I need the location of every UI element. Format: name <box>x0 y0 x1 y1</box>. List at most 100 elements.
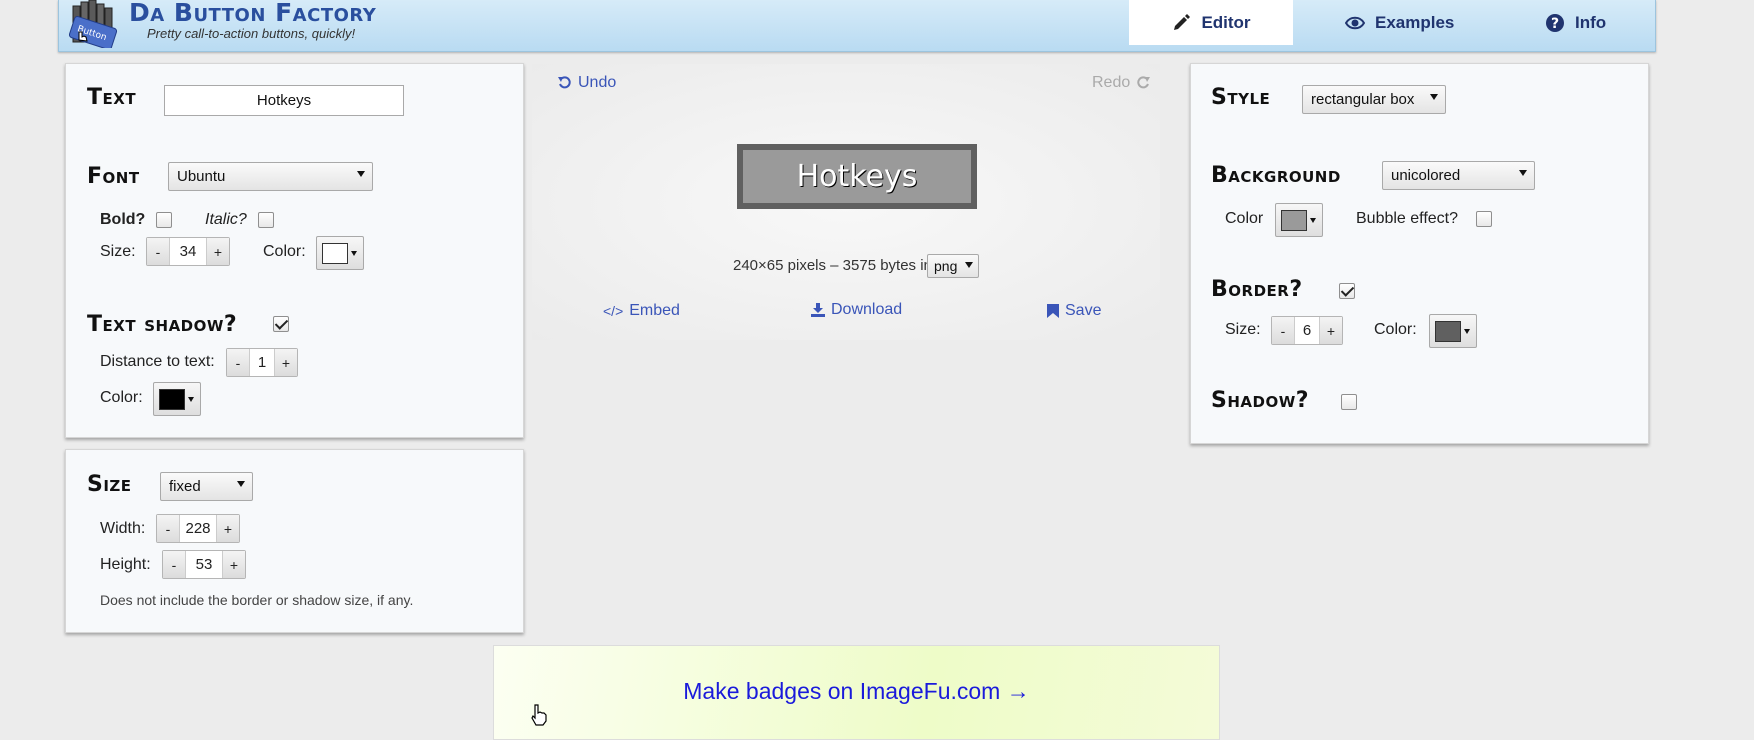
size-mode-select[interactable]: fixed <box>160 472 253 501</box>
undo-icon <box>558 76 571 89</box>
shadow-color-label: Color: <box>100 389 143 406</box>
embed-label: Embed <box>629 302 680 319</box>
width-increment-button[interactable]: + <box>217 515 239 542</box>
shadow-color-picker[interactable] <box>153 382 201 416</box>
logo-icon: Button <box>68 0 118 50</box>
text-color-label: Color: <box>263 243 306 260</box>
question-circle-icon: ? <box>1546 13 1564 32</box>
undo-label: Undo <box>578 74 617 91</box>
background-color-picker[interactable] <box>1275 203 1323 237</box>
border-size-decrement-button[interactable]: - <box>1272 317 1294 344</box>
tab-examples[interactable]: Examples <box>1345 0 1454 45</box>
font-size-stepper[interactable]: - 34 + <box>146 237 230 266</box>
download-icon <box>811 303 825 317</box>
bubble-effect-checkbox[interactable] <box>1476 211 1492 227</box>
font-select-value: Ubuntu <box>177 168 226 185</box>
app-header: Button Da Button Factory Pretty call-to-… <box>58 0 1656 52</box>
border-size-value[interactable]: 6 <box>1294 317 1320 344</box>
border-checkbox[interactable] <box>1339 283 1355 299</box>
download-label: Download <box>831 301 903 318</box>
width-label: Width: <box>100 520 146 537</box>
font-select[interactable]: Ubuntu <box>168 162 373 191</box>
format-select[interactable]: png <box>927 254 979 278</box>
bookmark-icon <box>1047 304 1059 318</box>
shadow-distance-value[interactable]: 1 <box>249 349 275 376</box>
text-shadow-checkbox[interactable] <box>273 316 289 332</box>
style-section-title: Style <box>1211 85 1271 110</box>
border-color-picker[interactable] <box>1429 314 1477 348</box>
svg-text:?: ? <box>1551 16 1559 32</box>
chevron-down-icon <box>351 251 357 256</box>
border-color-swatch <box>1435 321 1461 342</box>
font-size-value[interactable]: 34 <box>169 238 207 265</box>
redo-button[interactable]: Redo <box>1092 74 1151 92</box>
redo-icon <box>1137 76 1151 89</box>
border-size-stepper[interactable]: - 6 + <box>1271 316 1343 345</box>
border-size-increment-button[interactable]: + <box>1320 317 1342 344</box>
font-size-decrement-button[interactable]: - <box>147 238 169 265</box>
shadow-color-swatch <box>159 389 185 410</box>
tab-editor[interactable]: Editor <box>1129 0 1293 45</box>
chevron-down-icon <box>188 397 194 402</box>
italic-checkbox[interactable] <box>258 212 274 228</box>
undo-button[interactable]: Undo <box>558 74 616 92</box>
chevron-down-icon <box>1430 94 1438 100</box>
font-size-label: Size: <box>100 243 136 260</box>
imagefu-link[interactable]: Make badges on ImageFu.com → <box>494 678 1219 705</box>
tab-editor-label: Editor <box>1201 12 1251 32</box>
tab-examples-label: Examples <box>1375 12 1455 32</box>
text-shadow-title: Text shadow? <box>87 312 238 337</box>
width-stepper[interactable]: - 228 + <box>156 514 240 543</box>
save-button[interactable]: Save <box>1047 302 1101 320</box>
shadow-distance-increment-button[interactable]: + <box>275 349 297 376</box>
background-select[interactable]: unicolored <box>1382 161 1535 190</box>
image-info-text: 240×65 pixels – 3575 bytes in <box>733 257 932 274</box>
style-panel: Style rectangular box Background unicolo… <box>1190 63 1649 444</box>
border-section-title: Border? <box>1211 277 1303 302</box>
height-increment-button[interactable]: + <box>223 551 245 578</box>
size-panel: Size fixed Width: - 228 + Height: - 53 +… <box>65 449 524 633</box>
height-label: Height: <box>100 556 151 573</box>
chevron-down-icon <box>1464 329 1470 334</box>
width-decrement-button[interactable]: - <box>157 515 179 542</box>
shadow-distance-decrement-button[interactable]: - <box>227 349 249 376</box>
size-mode-value: fixed <box>169 478 201 495</box>
logo[interactable]: Button <box>68 0 119 50</box>
chevron-down-icon <box>965 262 973 268</box>
size-note: Does not include the border or shadow si… <box>100 592 414 608</box>
text-panel: Text Font Ubuntu Bold? Italic? Size: - 3… <box>65 63 524 438</box>
background-color-label: Color <box>1225 210 1264 227</box>
text-color-picker[interactable] <box>316 236 364 270</box>
bubble-effect-label: Bubble effect? <box>1356 210 1459 227</box>
imagefu-promo: Make badges on ImageFu.com → <box>493 645 1220 740</box>
button-preview: Hotkeys <box>737 144 977 209</box>
bold-checkbox[interactable] <box>156 212 172 228</box>
brand-subtitle: Pretty call-to-action buttons, quickly! <box>147 26 356 41</box>
font-section-title: Font <box>87 164 140 189</box>
chevron-down-icon <box>237 481 245 487</box>
italic-label: Italic? <box>205 211 247 228</box>
tab-info[interactable]: ? Info <box>1545 0 1606 45</box>
format-value: png <box>934 258 958 274</box>
height-stepper[interactable]: - 53 + <box>162 550 246 579</box>
text-color-swatch <box>322 243 348 264</box>
height-decrement-button[interactable]: - <box>163 551 185 578</box>
shadow-distance-label: Distance to text: <box>100 353 215 370</box>
redo-label: Redo <box>1092 74 1131 91</box>
style-select[interactable]: rectangular box <box>1302 85 1446 114</box>
chevron-down-icon <box>357 171 365 177</box>
border-color-label: Color: <box>1374 321 1417 338</box>
height-value[interactable]: 53 <box>185 551 223 578</box>
chevron-down-icon <box>1519 170 1527 176</box>
code-icon: </> <box>603 303 624 319</box>
width-value[interactable]: 228 <box>179 515 217 542</box>
embed-button[interactable]: </> Embed <box>603 302 680 320</box>
download-button[interactable]: Download <box>811 301 902 319</box>
tab-info-label: Info <box>1575 12 1607 32</box>
background-section-title: Background <box>1211 163 1341 188</box>
button-text-input[interactable] <box>164 85 404 116</box>
shadow-checkbox[interactable] <box>1341 394 1357 410</box>
brand-title[interactable]: Da Button Factory <box>129 0 376 27</box>
shadow-distance-stepper[interactable]: - 1 + <box>226 348 298 377</box>
font-size-increment-button[interactable]: + <box>207 238 229 265</box>
